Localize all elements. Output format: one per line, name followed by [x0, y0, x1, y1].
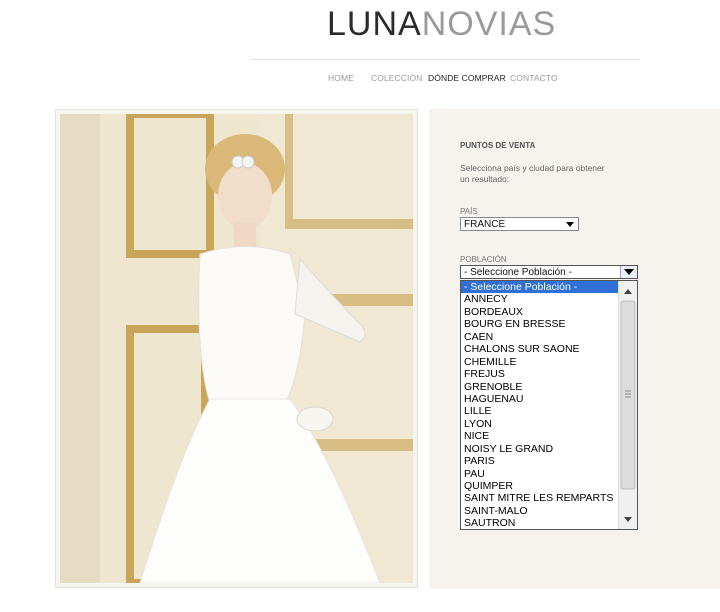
- country-select-value: FRANCE: [464, 219, 506, 230]
- dropdown-scrollbar[interactable]: [618, 281, 637, 529]
- logo-part-luna: LUNA: [327, 5, 422, 43]
- chevron-down-icon: [562, 218, 578, 230]
- bride-photo: [60, 114, 413, 583]
- panel-title: PUNTOS DE VENTA: [460, 141, 536, 150]
- nav-coleccion[interactable]: COLECCIÓN: [371, 73, 422, 83]
- city-select[interactable]: - Seleccione Población -: [460, 265, 638, 279]
- bride-photo-illustration: [60, 114, 413, 583]
- city-option[interactable]: - Seleccione Población -: [461, 281, 622, 294]
- city-option[interactable]: CHALONS SUR SAONE: [461, 343, 622, 355]
- city-label: POBLACIÓN: [460, 255, 507, 264]
- main-nav: HOME COLECCIÓN DÓNDE COMPRAR CONTACTO: [0, 73, 720, 85]
- city-option[interactable]: LYON: [461, 418, 622, 430]
- city-option[interactable]: SAINT MITRE LES REMPARTS: [461, 492, 622, 504]
- product-photo-frame: [55, 109, 418, 588]
- city-option[interactable]: ANNECY: [461, 293, 622, 305]
- country-select[interactable]: FRANCE: [460, 217, 579, 231]
- nav-home[interactable]: HOME: [328, 73, 354, 83]
- city-option[interactable]: BOURG EN BRESSE: [461, 318, 622, 330]
- panel-description: Selecciona país y ciudad para obtener un…: [460, 163, 605, 184]
- city-option[interactable]: LILLE: [461, 405, 622, 417]
- city-option[interactable]: CAEN: [461, 331, 622, 343]
- city-option[interactable]: CHEMILLE: [461, 356, 622, 368]
- city-option[interactable]: GRENOBLE: [461, 381, 622, 393]
- city-option[interactable]: NICE: [461, 430, 622, 442]
- city-option[interactable]: NOISY LE GRAND: [461, 443, 622, 455]
- city-dropdown-list[interactable]: - Seleccione Población - ANNECY BORDEAUX BO…: [460, 280, 638, 530]
- city-select-value: - Seleccione Población -: [464, 267, 572, 278]
- chevron-down-icon[interactable]: [620, 266, 637, 278]
- city-option[interactable]: QUIMPER: [461, 480, 622, 492]
- city-option[interactable]: SAUTRON: [461, 517, 622, 529]
- city-option[interactable]: SAINT-MALO: [461, 505, 622, 517]
- nav-contacto[interactable]: CONTACTO: [510, 73, 558, 83]
- city-option[interactable]: PAU: [461, 468, 622, 480]
- city-option[interactable]: BORDEAUX: [461, 306, 622, 318]
- city-option[interactable]: PARIS: [461, 455, 622, 467]
- city-options: - Seleccione Población - ANNECY BORDEAUX BO…: [461, 281, 637, 529]
- city-option[interactable]: FREJUS: [461, 368, 622, 380]
- site-logo[interactable]: LUNANOVIAS: [327, 4, 556, 44]
- nav-donde-comprar[interactable]: DÓNDE COMPRAR: [428, 73, 506, 83]
- city-option[interactable]: HAGUENAU: [461, 393, 622, 405]
- logo-part-novias: NOVIAS: [421, 5, 557, 43]
- scrollbar-graphic: [620, 289, 636, 522]
- country-label: PAÍS: [460, 207, 478, 216]
- header-divider: [250, 59, 640, 60]
